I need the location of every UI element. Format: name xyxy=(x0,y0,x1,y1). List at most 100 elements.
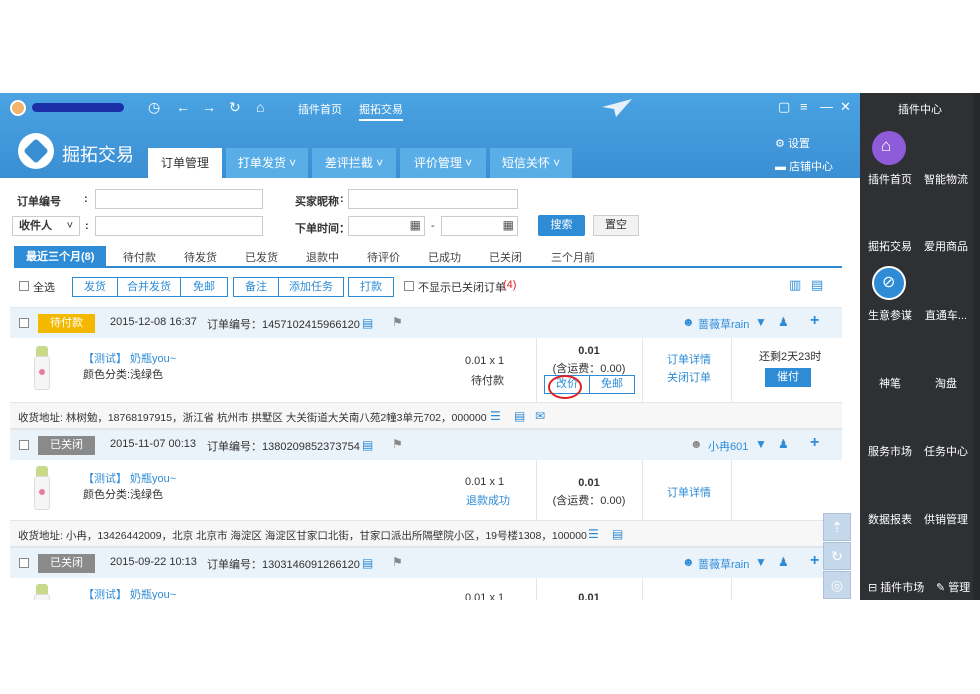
close-order-link[interactable]: 关闭订单 xyxy=(667,369,711,385)
plugin-item[interactable]: 数据报表 xyxy=(860,511,920,527)
compass-icon[interactable]: ⊘ xyxy=(872,266,906,300)
plugin-item[interactable]: 爱用商品 xyxy=(916,238,976,254)
product-title[interactable]: 【测试】 奶瓶you~ xyxy=(83,470,176,486)
merge-ship-button[interactable]: 合并发货 xyxy=(117,277,181,297)
product-title[interactable]: 【测试】 奶瓶you~ xyxy=(83,586,176,600)
tab-bad-review[interactable]: 差评拦截 ˅ xyxy=(312,148,396,178)
list-icon[interactable]: ☰ xyxy=(490,409,501,423)
mail-icon[interactable]: ✉ xyxy=(535,409,545,423)
panel-scrollbar[interactable] xyxy=(973,93,980,600)
copy-icon[interactable]: ▤ xyxy=(362,316,373,330)
buyer-nick-input[interactable] xyxy=(348,189,518,209)
order-checkbox[interactable] xyxy=(19,318,29,328)
plugin-market-link[interactable]: ⊟ 插件市场 xyxy=(868,579,924,595)
back-arrow-icon[interactable]: ← xyxy=(176,99,190,115)
copy-icon[interactable]: ▤ xyxy=(612,527,623,541)
plugin-item[interactable]: 插件首页 xyxy=(860,171,920,187)
end-date-input[interactable]: ▦ xyxy=(441,216,518,236)
top-link-plugin-home[interactable]: 插件首页 xyxy=(298,101,342,117)
home-icon[interactable]: ⌂ xyxy=(256,99,264,115)
calendar-icon[interactable]: ▦ xyxy=(503,218,514,232)
plugin-item[interactable]: 直通车... xyxy=(916,307,976,323)
plugin-item[interactable]: 供销管理 xyxy=(916,511,976,527)
note-button[interactable]: 备注 xyxy=(233,277,279,297)
free-ship-button[interactable]: 免邮 xyxy=(180,277,228,297)
user-icon[interactable]: ♟ xyxy=(778,315,789,329)
start-date-input[interactable]: ▦ xyxy=(348,216,425,236)
plus-icon[interactable]: + xyxy=(810,552,819,570)
order-no-input[interactable] xyxy=(95,189,263,209)
receiver-select[interactable]: 收件人 ˅ xyxy=(12,216,80,236)
flag-icon[interactable]: ⚑ xyxy=(392,555,403,569)
user-icon[interactable]: ♟ xyxy=(778,437,789,451)
forward-arrow-icon[interactable]: → xyxy=(202,99,216,115)
free-ship-order-button[interactable]: 免邮 xyxy=(589,375,635,394)
status-tab-shipped[interactable]: 已发货 xyxy=(245,249,278,265)
buyer-name[interactable]: 蔷薇草rain xyxy=(698,316,749,332)
order-detail-link[interactable]: 订单详情 xyxy=(667,351,711,367)
close-icon[interactable]: ✕ xyxy=(840,99,851,115)
wangwang-icon[interactable]: ☻ xyxy=(682,315,695,329)
wangwang-icon[interactable]: ☻ xyxy=(690,437,703,451)
wangwang-icon[interactable]: ☻ xyxy=(682,555,695,569)
refresh-icon[interactable]: ↻ xyxy=(229,99,241,116)
tab-review-management[interactable]: 评价管理 ˅ xyxy=(400,148,486,178)
buyer-name[interactable]: 蔷薇草rain xyxy=(698,556,749,572)
flag-icon[interactable]: ⚑ xyxy=(392,315,403,329)
calendar-icon[interactable]: ▦ xyxy=(410,218,421,232)
plugin-item[interactable]: 淘盘 xyxy=(916,375,976,391)
refresh-float-icon[interactable]: ↻ xyxy=(823,542,851,570)
status-tab-recent[interactable]: 最近三个月(8) xyxy=(14,246,107,268)
reset-button[interactable]: 置空 xyxy=(593,215,639,236)
plugin-item[interactable]: 掘拓交易 xyxy=(860,238,920,254)
history-icon[interactable]: ◷ xyxy=(148,99,160,116)
plus-icon[interactable]: + xyxy=(810,434,819,452)
tab-sms-care[interactable]: 短信关怀 ˅ xyxy=(490,148,572,178)
shop-center-link[interactable]: ▬ 店铺中心 xyxy=(775,158,833,174)
clipboard-icon[interactable]: ▤ xyxy=(811,277,823,293)
copy-icon[interactable]: ▤ xyxy=(514,409,525,423)
product-title[interactable]: 【测试】 奶瓶you~ xyxy=(83,350,176,366)
settings-link[interactable]: ⚙ 设置 xyxy=(775,135,810,151)
chart-icon[interactable]: ▥ xyxy=(789,277,801,293)
menu-icon[interactable]: ≡ xyxy=(800,99,808,114)
plugin-item[interactable]: 生意参谋 xyxy=(860,307,920,323)
rush-pay-button[interactable]: 催付 xyxy=(765,368,811,387)
buyer-name[interactable]: 小冉601 xyxy=(708,438,748,454)
filter-icon[interactable]: ▼ xyxy=(755,437,767,451)
copy-icon[interactable]: ▤ xyxy=(362,438,373,452)
flag-icon[interactable]: ⚑ xyxy=(392,437,403,451)
select-all-checkbox[interactable] xyxy=(19,281,29,291)
copy-icon[interactable]: ▤ xyxy=(362,556,373,570)
plugin-item[interactable]: 服务市场 xyxy=(860,443,920,459)
filter-icon[interactable]: ▼ xyxy=(755,315,767,329)
order-checkbox[interactable] xyxy=(19,440,29,450)
pay-button[interactable]: 打款 xyxy=(348,277,394,297)
status-tab-pending-review[interactable]: 待评价 xyxy=(367,249,400,265)
ship-button[interactable]: 发货 xyxy=(72,277,118,297)
search-button[interactable]: 搜索 xyxy=(538,215,585,236)
minimize-icon[interactable]: — xyxy=(820,99,833,114)
hide-closed-checkbox[interactable] xyxy=(404,281,414,291)
filter-icon[interactable]: ▼ xyxy=(755,555,767,569)
manage-link[interactable]: ✎ 管理 xyxy=(936,579,970,595)
help-float-icon[interactable]: ◎ xyxy=(823,571,851,599)
home-icon[interactable]: ⌂ xyxy=(872,131,906,165)
tab-order-management[interactable]: 订单管理 xyxy=(148,148,222,178)
order-checkbox[interactable] xyxy=(19,558,29,568)
status-tab-closed[interactable]: 已关闭 xyxy=(489,249,522,265)
order-detail-link[interactable]: 订单详情 xyxy=(667,484,711,500)
plugin-item[interactable]: 神笔 xyxy=(860,375,920,391)
plugin-item[interactable]: 智能物流 xyxy=(916,171,976,187)
refund-status[interactable]: 退款成功 xyxy=(466,492,510,508)
user-icon[interactable]: ♟ xyxy=(778,555,789,569)
status-tab-pending-payment[interactable]: 待付款 xyxy=(123,249,156,265)
top-link-trade[interactable]: 掘拓交易 xyxy=(359,101,403,121)
plugin-item[interactable]: 任务中心 xyxy=(916,443,976,459)
plus-icon[interactable]: + xyxy=(810,312,819,330)
status-tab-refunding[interactable]: 退款中 xyxy=(306,249,339,265)
tab-print-ship[interactable]: 打单发货 ˅ xyxy=(226,148,308,178)
scroll-top-icon[interactable]: ⇡ xyxy=(823,513,851,541)
status-tab-success[interactable]: 已成功 xyxy=(428,249,461,265)
status-tab-pending-ship[interactable]: 待发货 xyxy=(184,249,217,265)
